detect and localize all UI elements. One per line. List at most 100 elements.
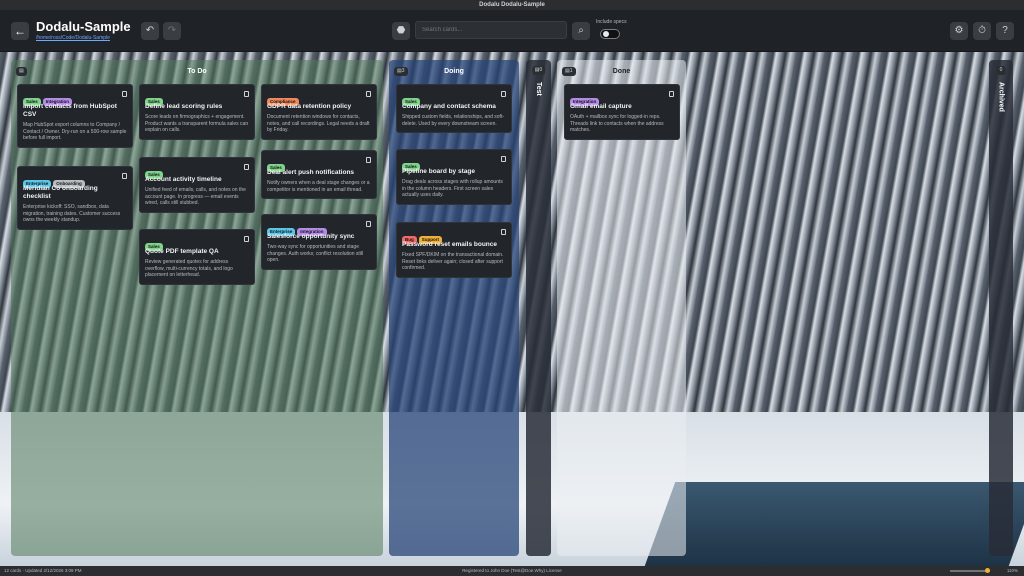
card-title: Quote PDF template QA [145,248,219,255]
card-description: Map HubSpot export columns to Company / … [23,122,127,141]
card-title: Meridian Co onboarding checklist [23,185,98,200]
document-icon[interactable] [122,173,127,179]
document-icon[interactable] [501,229,506,235]
document-icon[interactable] [501,156,506,162]
card-tags: Enterprise Integration [267,220,371,236]
board-path-link[interactable]: /home/ross/Code/Dodalu-Sample [36,35,110,41]
card-tags: Compliance [267,90,371,106]
column-archived[interactable]: 0 Archived [989,60,1013,556]
card[interactable]: Sales Define lead scoring rules Score lead… [139,84,255,140]
app-header: ← Dodalu-Sample /home/ross/Code/Dodalu-S… [0,10,1024,52]
card-description: Unified feed of emails, calls, and notes… [145,187,246,206]
window-title: Dodalu Dodalu-Sample [0,0,1024,10]
card-description: Document retention windows for contacts,… [267,114,370,133]
document-icon[interactable] [669,91,674,97]
document-icon[interactable] [244,236,249,242]
card-title: Import contacts from HubSpot CSV [23,103,117,118]
card-title: Company and contact schema [402,103,496,110]
redo-button[interactable]: ↷ [163,22,181,40]
background-river [644,482,1024,566]
license-text: Registered to John Doe (Test@Doe.Why) Li… [462,568,562,573]
stopwatch-icon: ⏱ [978,25,986,36]
card-description: Shipped custom fields, relationships, an… [402,114,504,127]
settings-button[interactable]: ⚙ [950,22,968,40]
tags-button[interactable]: ⬣ [392,22,410,40]
board-title: Dodalu-Sample [36,19,131,34]
card-description: Fixed SPF/DKIM on the transactional doma… [402,252,504,271]
undo-button[interactable]: ↶ [141,22,159,40]
card-title: Pipeline board by stage [402,168,475,175]
column-test[interactable]: ▤0 Test [526,60,551,556]
column-count-badge[interactable]: ▤0 [531,66,546,75]
zoom-level: 110% [1006,568,1018,573]
tag-icon: ⬣ [396,25,406,36]
include-specs-label: Include specs [596,19,627,25]
card-tags: Integration [570,90,674,106]
help-icon: ? [1002,25,1008,36]
zoom-slider[interactable] [950,570,990,572]
card[interactable]: Enterprise Onboarding Meridian Co onboardi… [17,166,133,230]
column-count-badge[interactable]: 0 [996,66,1006,75]
timer-button[interactable]: ⏱ [973,22,991,40]
document-icon[interactable] [366,91,371,97]
document-icon[interactable] [122,91,127,97]
card-title: Define lead scoring rules [145,103,223,110]
card-tags: Sales [402,90,506,106]
gear-icon: ⚙ [954,25,964,36]
document-icon[interactable] [244,164,249,170]
card-tags: Sales [267,156,371,172]
card-tags: Sales [145,163,249,179]
card[interactable]: Integration Gmail email capture OAuth + ma… [564,84,680,140]
column-title: Archived [997,82,1005,112]
card-tags: Sales [402,155,506,171]
document-icon[interactable] [244,91,249,97]
card-tags: Sales [145,90,249,106]
card[interactable]: Sales Account activity timeline Unified fe… [139,157,255,213]
search-button[interactable]: ⌕ [572,22,590,40]
card[interactable]: Sales Pipeline board by stage Drag deals a… [396,149,512,205]
card-tags: Sales [145,235,249,251]
include-specs-toggle[interactable] [600,29,620,39]
card-description: Enterprise kickoff: SSO, sandbox, data m… [23,204,121,223]
card-description: Two-way sync for opportunities and stage… [267,244,364,263]
card[interactable]: Bug Support Password reset emails bounce Fi… [396,222,512,278]
card-description: Review generated quotes for address over… [145,259,233,278]
card-title: Deal alert push notifications [267,169,355,176]
card[interactable]: Compliance GDPR data retention policy Docu… [261,84,377,140]
card-tags: Enterprise Onboarding [23,172,127,188]
zoom-slider-handle[interactable] [985,568,990,573]
card-tags: Sales Integration [23,90,127,106]
status-bar: 12 cards · Updated 2/12/2026 3:09 PM Reg… [0,566,1024,576]
card[interactable]: Sales Integration Import contacts from Hub… [17,84,133,148]
column-title: To Do [187,68,207,75]
column-title: Test [535,82,542,96]
redo-icon: ↷ [167,25,177,36]
arrow-left-icon: ← [14,24,26,38]
column-doing[interactable]: ▤3 Doing [389,60,519,556]
column-header: ▤ To Do [11,60,383,82]
column-title: Doing [444,68,464,75]
card-title: GDPR data retention policy [267,103,352,110]
card-description: Drag deals across stages with rollup amo… [402,179,503,198]
card-description: Notify owners when a deal stage changes … [267,180,370,193]
column-header: ▤3 Doing [389,60,519,82]
card-description: Score leads on firmographics + engagemen… [145,114,249,133]
card[interactable]: Sales Company and contact schema Shipped c… [396,84,512,133]
card-title: Gmail email capture [570,103,632,110]
card[interactable]: Sales Quote PDF template QA Review generat… [139,229,255,285]
document-icon[interactable] [366,157,371,163]
column-header: ▤1 Done [557,60,686,82]
help-button[interactable]: ? [996,22,1014,40]
card-title: Salesforce opportunity sync [267,233,355,240]
card-title: Password reset emails bounce [402,241,498,248]
document-icon[interactable] [501,91,506,97]
card-title: Account activity timeline [145,176,222,183]
search-input[interactable] [415,21,567,39]
document-icon[interactable] [366,221,371,227]
search-icon: ⌕ [578,25,584,36]
back-button[interactable]: ← [11,22,29,40]
card[interactable]: Enterprise Integration Salesforce opportun… [261,214,377,270]
card-description: OAuth + mailbox sync for logged-in reps.… [570,114,664,133]
undo-icon: ↶ [145,25,155,36]
card[interactable]: Sales Deal alert push notifications Notify… [261,150,377,199]
